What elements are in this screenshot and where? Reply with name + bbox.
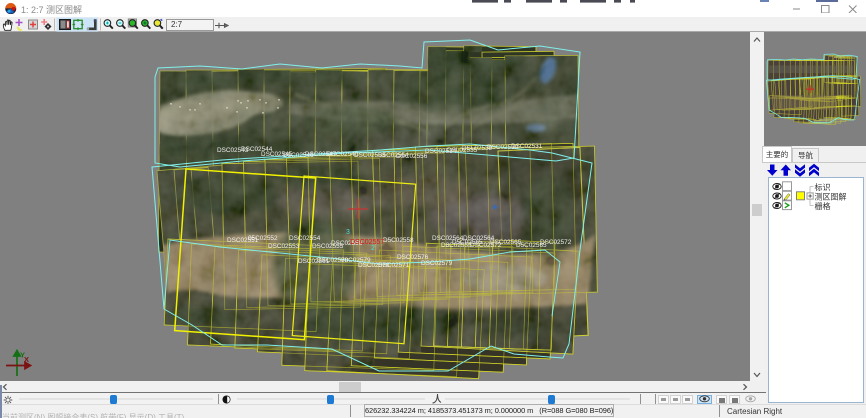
svg-text:DSC02531: DSC02531 <box>511 143 543 150</box>
svg-text:3: 3 <box>346 229 350 236</box>
svg-text:DSC02554: DSC02554 <box>289 235 321 242</box>
svg-text:D8C02555: D8C02555 <box>441 242 472 249</box>
svg-text:2: 2 <box>371 245 375 252</box>
svg-text:DSC02556: DSC02556 <box>396 153 428 160</box>
svg-text:05C02552: 05C02552 <box>248 235 278 242</box>
svg-text:DSC02571: DSC02571 <box>378 262 410 269</box>
svg-text:DSC02572: DSC02572 <box>540 239 572 246</box>
svg-text:X: X <box>24 355 29 364</box>
svg-text:DSC02557: DSC02557 <box>350 239 384 246</box>
svg-text:测区图解: 测区图解 <box>815 192 847 202</box>
svg-text:标识: 标识 <box>815 182 831 192</box>
svg-text:DSC02553: DSC02553 <box>268 243 300 250</box>
svg-text:DSC02579: DSC02579 <box>421 260 453 267</box>
svg-text:D5C02558: D5C02558 <box>383 237 414 244</box>
svg-text:栅格: 栅格 <box>815 201 831 211</box>
